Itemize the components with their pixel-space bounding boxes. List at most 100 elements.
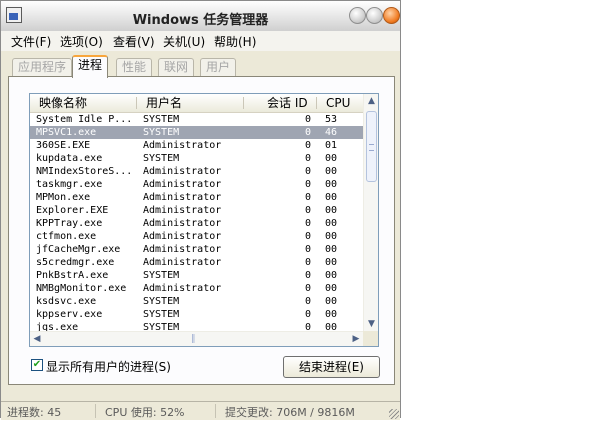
menu-options[interactable]: 选项(O) (60, 33, 103, 50)
cpu-cell: 00 (325, 244, 338, 255)
session-id-cell: 0 (304, 309, 311, 320)
table-row[interactable]: taskmgr.exe Administrator 0 00 (30, 178, 363, 191)
column-image-name[interactable]: 映像名称 (39, 96, 87, 110)
session-id-cell: 0 (304, 114, 311, 125)
table-row[interactable]: kppserv.exe SYSTEM 0 00 (30, 308, 363, 321)
session-id-cell: 0 (304, 296, 311, 307)
cpu-cell: 00 (325, 270, 338, 281)
process-name-cell: MPMon.exe (36, 192, 91, 203)
resize-grip-icon[interactable] (389, 409, 399, 419)
arrow-left-icon[interactable]: ◀ (30, 332, 44, 346)
user-name-cell: Administrator (143, 283, 222, 294)
column-divider[interactable] (243, 97, 244, 109)
cpu-cell: 00 (325, 296, 338, 307)
status-divider (95, 404, 96, 418)
session-id-cell: 0 (304, 283, 311, 294)
table-row[interactable]: Explorer.EXE Administrator 0 00 (30, 204, 363, 217)
table-row[interactable]: 360SE.EXE Administrator 0 01 (30, 139, 363, 152)
process-name-cell: kppserv.exe (36, 309, 103, 320)
title-bar[interactable]: Windows 任务管理器 (1, 1, 400, 32)
cpu-cell: 00 (325, 309, 338, 320)
table-row[interactable]: KPPTray.exe Administrator 0 00 (30, 217, 363, 230)
session-id-cell: 0 (304, 244, 311, 255)
process-name-cell: ctfmon.exe (36, 231, 97, 242)
table-row[interactable]: MPMon.exe Administrator 0 00 (30, 191, 363, 204)
table-row[interactable]: jfCacheMgr.exe Administrator 0 00 (30, 243, 363, 256)
show-all-users-label[interactable]: 显示所有用户的进程(S) (46, 358, 171, 375)
cpu-cell: 00 (325, 166, 338, 177)
tab-applications[interactable]: 应用程序 (12, 58, 73, 77)
process-list-header: 映像名称 用户名 会话 ID CPU (30, 94, 363, 113)
user-name-cell: SYSTEM (143, 153, 180, 164)
column-session-id[interactable]: 会话 ID (267, 96, 308, 110)
table-row[interactable]: ctfmon.exe Administrator 0 00 (30, 230, 363, 243)
process-name-cell: taskmgr.exe (36, 179, 103, 190)
checkmark-icon: ✔ (32, 359, 42, 370)
process-list[interactable]: 映像名称 用户名 会话 ID CPU System Idle P... SYSTE… (29, 93, 379, 347)
table-row[interactable]: System Idle P... SYSTEM 0 53 (30, 113, 363, 126)
table-row[interactable]: PnkBstrA.exe SYSTEM 0 00 (30, 269, 363, 282)
cpu-cell: 00 (325, 205, 338, 216)
user-name-cell: Administrator (143, 192, 222, 203)
status-process-count: 进程数: 45 (7, 406, 62, 419)
tab-performance[interactable]: 性能 (116, 58, 153, 77)
session-id-cell: 0 (304, 231, 311, 242)
menu-shutdown[interactable]: 关机(U) (163, 33, 205, 50)
session-id-cell: 0 (304, 140, 311, 151)
show-all-users-checkbox[interactable]: ✔ (31, 359, 43, 371)
cpu-cell: 00 (325, 283, 338, 294)
horizontal-scroll-thumb[interactable]: ‖ (46, 334, 346, 344)
user-name-cell: Administrator (143, 179, 222, 190)
user-name-cell: Administrator (143, 244, 222, 255)
session-id-cell: 0 (304, 153, 311, 164)
cpu-cell: 46 (325, 127, 338, 138)
table-row[interactable]: NMIndexStoreS... Administrator 0 00 (30, 165, 363, 178)
table-row[interactable]: s5credmgr.exe Administrator 0 00 (30, 256, 363, 269)
close-button[interactable] (383, 7, 400, 24)
scrollbar-corner (363, 331, 378, 346)
column-cpu[interactable]: CPU (326, 96, 350, 110)
user-name-cell: SYSTEM (143, 270, 180, 281)
process-name-cell: Explorer.EXE (36, 205, 109, 216)
horizontal-scrollbar[interactable]: ◀ ‖ ▶ (30, 331, 363, 346)
user-name-cell: Administrator (143, 218, 222, 229)
vertical-scroll-thumb[interactable] (366, 111, 377, 182)
status-commit-charge: 提交更改: 706M / 9816M (225, 406, 355, 419)
tab-processes[interactable]: 进程 (72, 55, 109, 78)
grip-icon: ‖ (191, 334, 196, 344)
user-name-cell: SYSTEM (143, 309, 180, 320)
maximize-button[interactable] (366, 7, 383, 24)
status-divider (215, 404, 216, 418)
tab-networking[interactable]: 联网 (158, 58, 195, 77)
user-name-cell: Administrator (143, 257, 222, 268)
tab-users[interactable]: 用户 (200, 58, 237, 77)
session-id-cell: 0 (304, 257, 311, 268)
cpu-cell: 00 (325, 179, 338, 190)
session-id-cell: 0 (304, 179, 311, 190)
session-id-cell: 0 (304, 270, 311, 281)
arrow-down-icon[interactable]: ▼ (364, 317, 378, 331)
vertical-scrollbar[interactable]: ▲ ▼ (363, 94, 378, 331)
arrow-right-icon[interactable]: ▶ (349, 332, 363, 346)
cpu-cell: 01 (325, 140, 338, 151)
menu-file[interactable]: 文件(F) (11, 33, 51, 50)
cpu-cell: 00 (325, 231, 338, 242)
process-name-cell: kupdata.exe (36, 153, 103, 164)
menu-view[interactable]: 查看(V) (113, 33, 155, 50)
table-row[interactable]: MPSVC1.exe SYSTEM 0 46 (30, 126, 363, 139)
column-divider[interactable] (136, 97, 137, 109)
minimize-button[interactable] (349, 7, 366, 24)
user-name-cell: Administrator (143, 140, 222, 151)
table-row[interactable]: ksdsvc.exe SYSTEM 0 00 (30, 295, 363, 308)
session-id-cell: 0 (304, 192, 311, 203)
column-divider[interactable] (316, 97, 317, 109)
column-user-name[interactable]: 用户名 (146, 96, 182, 110)
process-name-cell: MPSVC1.exe (36, 127, 97, 138)
arrow-up-icon[interactable]: ▲ (364, 94, 378, 108)
table-row[interactable]: NMBgMonitor.exe Administrator 0 00 (30, 282, 363, 295)
table-row[interactable]: kupdata.exe SYSTEM 0 00 (30, 152, 363, 165)
session-id-cell: 0 (304, 166, 311, 177)
process-name-cell: NMBgMonitor.exe (36, 283, 127, 294)
end-process-button[interactable]: 结束进程(E) (283, 356, 380, 378)
menu-help[interactable]: 帮助(H) (214, 33, 256, 50)
